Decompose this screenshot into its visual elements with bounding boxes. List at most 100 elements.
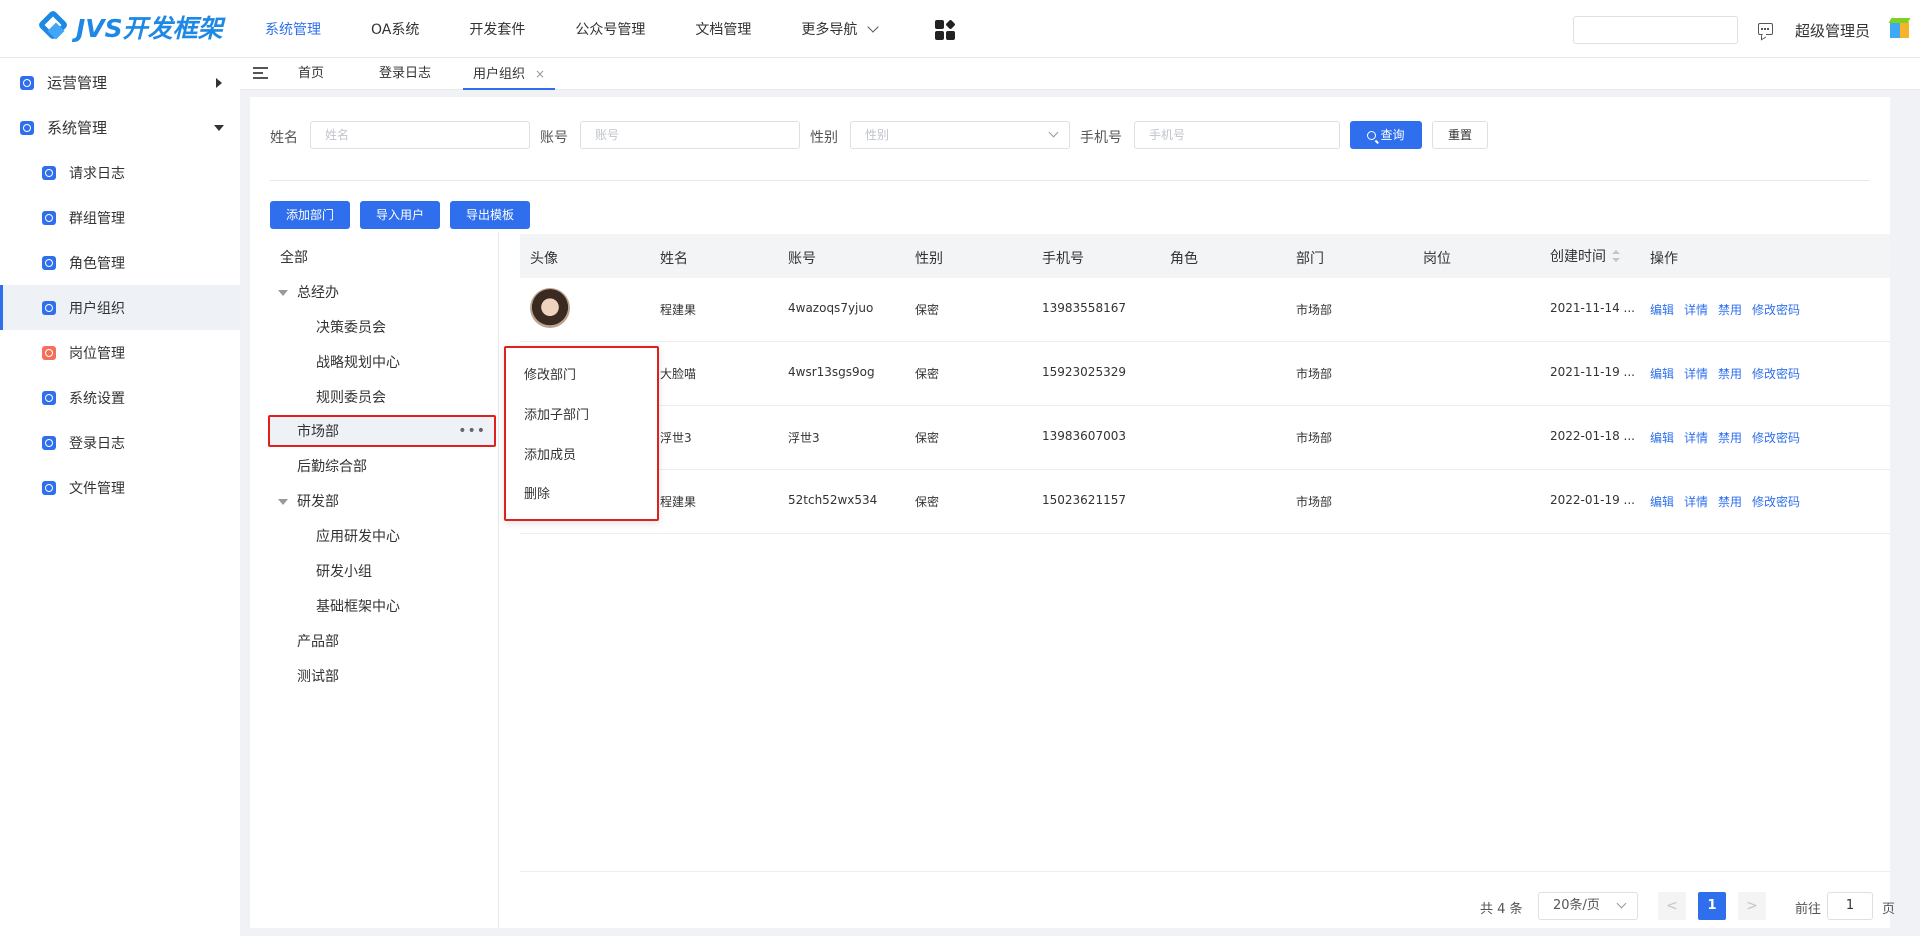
gear-icon — [20, 75, 34, 90]
next-page-button[interactable]: > — [1738, 892, 1766, 920]
disable-link[interactable]: 禁用 — [1718, 303, 1742, 317]
detail-link[interactable]: 详情 — [1684, 367, 1708, 381]
col-dept: 部门 — [1296, 251, 1324, 267]
page-size-value: 20条/页 — [1553, 898, 1600, 913]
nav-docs[interactable]: 文档管理 — [695, 19, 751, 39]
change-password-link[interactable]: 修改密码 — [1752, 431, 1800, 445]
pagination-divider — [520, 871, 1890, 872]
disable-link[interactable]: 禁用 — [1718, 495, 1742, 509]
col-phone: 手机号 — [1042, 251, 1084, 267]
account-input[interactable]: 账号 — [580, 121, 800, 149]
tab-login-log[interactable]: 登录日志 — [370, 58, 440, 90]
cell-gender: 保密 — [915, 495, 940, 509]
reset-button[interactable]: 重置 — [1432, 121, 1488, 149]
change-password-link[interactable]: 修改密码 — [1752, 367, 1800, 381]
tree-node-testing[interactable]: 测试部 — [297, 662, 339, 692]
tree-node-marketing[interactable]: 市场部 — [297, 417, 339, 447]
cell-phone: 15923025329 — [1042, 365, 1126, 379]
name-input[interactable]: 姓名 — [310, 121, 530, 149]
sidebar-item-request-log[interactable]: 请求日志 — [0, 150, 240, 195]
add-dept-button[interactable]: 添加部门 — [270, 201, 350, 229]
export-template-button[interactable]: 导出模板 — [450, 201, 530, 229]
page-size-select[interactable]: 20条/页 — [1538, 892, 1638, 920]
menu-item-delete[interactable]: 删除 — [524, 483, 550, 502]
sidebar-item-user-org[interactable]: 用户组织 — [0, 285, 240, 330]
page-number-current[interactable]: 1 — [1698, 892, 1726, 920]
col-created[interactable]: 创建时间 — [1550, 246, 1620, 266]
apps-grid-icon[interactable] — [935, 19, 956, 40]
user-avatar-icon[interactable] — [1888, 18, 1911, 40]
tree-node-strategy-center[interactable]: 战略规划中心 — [316, 348, 400, 378]
change-password-link[interactable]: 修改密码 — [1752, 303, 1800, 317]
tree-node-logistics[interactable]: 后勤综合部 — [297, 452, 367, 482]
close-icon[interactable]: × — [535, 67, 545, 81]
nav-dev-kit[interactable]: 开发套件 — [469, 19, 525, 39]
gender-select[interactable]: 性别 — [850, 121, 1070, 149]
tree-node-rnd-team[interactable]: 研发小组 — [316, 557, 372, 587]
nav-more[interactable]: 更多导航 — [801, 19, 880, 39]
avatar — [530, 288, 570, 328]
disable-link[interactable]: 禁用 — [1718, 431, 1742, 445]
header-search-input[interactable] — [1573, 16, 1738, 44]
cell-dept: 市场部 — [1296, 367, 1333, 381]
sidebar-group-system[interactable]: 系统管理 — [0, 105, 240, 150]
tree-node-app-rnd[interactable]: 应用研发中心 — [316, 522, 400, 552]
detail-link[interactable]: 详情 — [1684, 431, 1708, 445]
nav-official-account[interactable]: 公众号管理 — [575, 19, 645, 39]
sidebar-item-roles[interactable]: 角色管理 — [0, 240, 240, 285]
message-icon[interactable] — [1758, 23, 1773, 35]
sidebar-group-operations[interactable]: 运营管理 — [0, 60, 240, 105]
tree-node-rnd[interactable]: 研发部 — [297, 487, 339, 517]
sidebar-item-groups[interactable]: 群组管理 — [0, 195, 240, 240]
user-name[interactable]: 超级管理员 — [1795, 20, 1870, 41]
cell-dept: 市场部 — [1296, 431, 1333, 445]
import-users-button[interactable]: 导入用户 — [360, 201, 440, 229]
caret-right-icon — [216, 78, 222, 88]
edit-link[interactable]: 编辑 — [1650, 303, 1674, 317]
logo-text: JVS开发框架 — [76, 14, 223, 43]
edit-link[interactable]: 编辑 — [1650, 367, 1674, 381]
prev-page-button[interactable]: < — [1658, 892, 1686, 920]
disable-link[interactable]: 禁用 — [1718, 367, 1742, 381]
filter-divider — [270, 180, 1870, 181]
col-avatar: 头像 — [530, 251, 558, 267]
sidebar: 运营管理 系统管理 请求日志 群组管理 角色管理 用户组织 岗位管理 系统设置 … — [0, 58, 240, 936]
detail-link[interactable]: 详情 — [1684, 303, 1708, 317]
tree-node-gm-office[interactable]: 总经办 — [297, 278, 339, 308]
user-org-icon — [42, 300, 56, 315]
caret-down-icon[interactable] — [278, 290, 288, 296]
detail-link[interactable]: 详情 — [1684, 495, 1708, 509]
menu-collapse-icon[interactable] — [253, 67, 268, 79]
chevron-down-icon — [1616, 898, 1627, 909]
sidebar-item-posts[interactable]: 岗位管理 — [0, 330, 240, 375]
cell-name: 程建果 — [660, 495, 697, 509]
change-password-link[interactable]: 修改密码 — [1752, 495, 1800, 509]
search-button[interactable]: 查询 — [1350, 121, 1422, 149]
sidebar-item-label: 文件管理 — [69, 480, 125, 497]
tree-node-decision-committee[interactable]: 决策委员会 — [316, 313, 386, 343]
col-created-label: 创建时间 — [1550, 249, 1606, 265]
tree-node-framework-center[interactable]: 基础框架中心 — [316, 592, 400, 622]
sidebar-item-files[interactable]: 文件管理 — [0, 465, 240, 510]
menu-item-add-subdept[interactable]: 添加子部门 — [524, 404, 589, 423]
goto-page-input[interactable]: 1 — [1827, 892, 1873, 920]
nav-oa-system[interactable]: OA系统 — [371, 19, 419, 39]
more-icon[interactable]: ••• — [458, 423, 486, 439]
menu-item-add-member[interactable]: 添加成员 — [524, 444, 576, 463]
tree-node-rules-committee[interactable]: 规则委员会 — [316, 383, 386, 413]
cell-account: 4wazoqs7yjuo — [788, 301, 874, 315]
sidebar-item-settings[interactable]: 系统设置 — [0, 375, 240, 420]
tab-home[interactable]: 首页 — [290, 58, 332, 90]
menu-item-edit-dept[interactable]: 修改部门 — [524, 364, 576, 383]
tree-node-product[interactable]: 产品部 — [297, 627, 339, 657]
nav-system-management[interactable]: 系统管理 — [265, 19, 321, 39]
app-logo[interactable]: JVS开发框架 — [37, 9, 223, 44]
tab-user-org[interactable]: 用户组织 × — [463, 58, 555, 90]
edit-link[interactable]: 编辑 — [1650, 431, 1674, 445]
tree-node-all[interactable]: 全部 — [280, 243, 308, 273]
phone-input[interactable]: 手机号 — [1134, 121, 1340, 149]
edit-link[interactable]: 编辑 — [1650, 495, 1674, 509]
sidebar-item-login-log[interactable]: 登录日志 — [0, 420, 240, 465]
caret-down-icon[interactable] — [278, 499, 288, 505]
sort-icon[interactable] — [1612, 250, 1620, 262]
